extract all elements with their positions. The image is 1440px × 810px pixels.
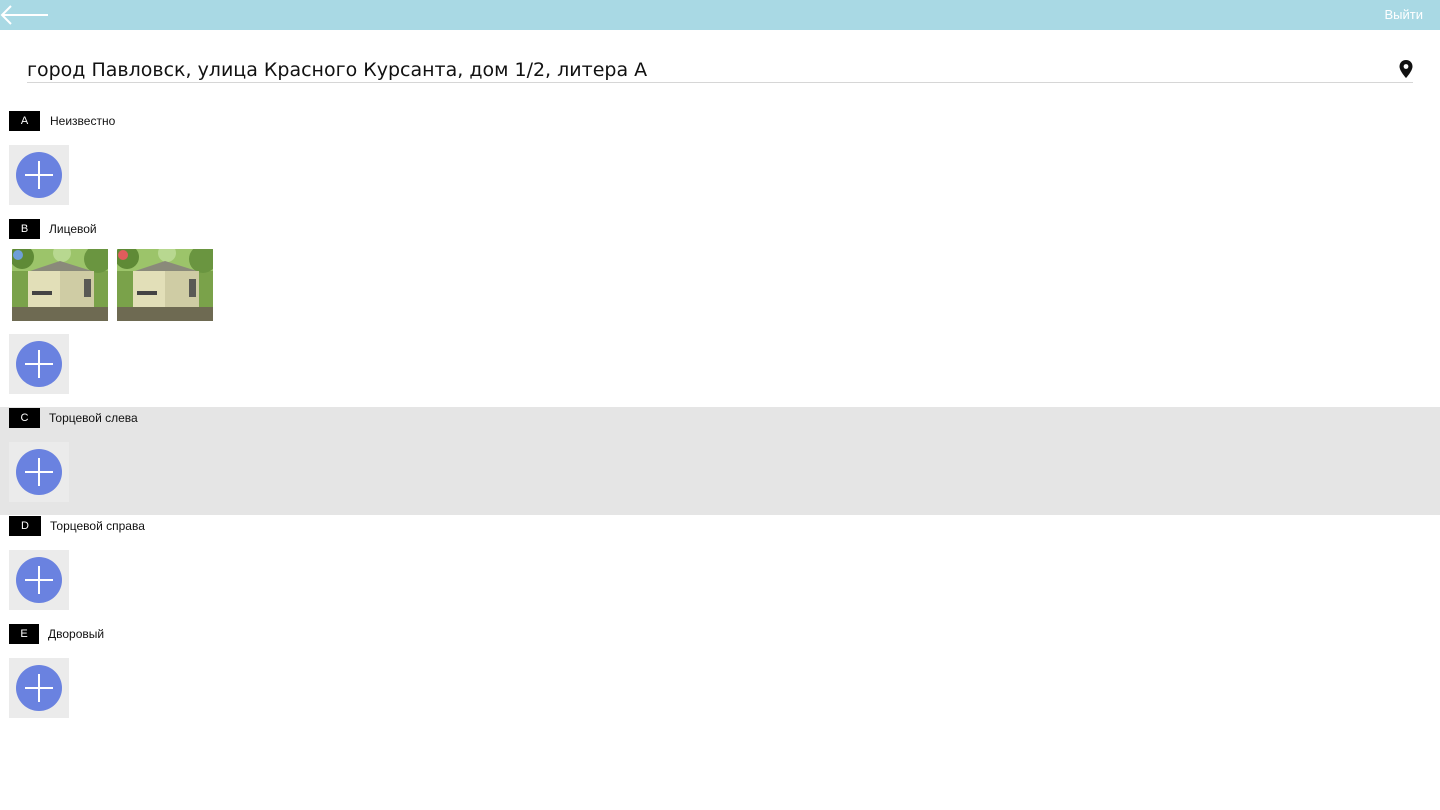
section-letter-badge: A: [9, 111, 40, 131]
map-pin-icon[interactable]: [1399, 60, 1413, 78]
plus-icon: [16, 152, 62, 198]
building-photo: [12, 249, 108, 321]
add-photo-button[interactable]: [9, 145, 69, 205]
building-photo: [117, 249, 213, 321]
photo-thumbnail[interactable]: [117, 249, 213, 321]
add-photo-button[interactable]: [9, 442, 69, 502]
logout-button[interactable]: Выйти: [1385, 7, 1424, 22]
arrow-left-icon: [0, 5, 48, 25]
status-dot: [13, 250, 23, 260]
section-e: E Дворовый: [0, 624, 1440, 732]
section-label: Лицевой: [49, 222, 97, 236]
address-field[interactable]: город Павловск, улица Красного Курсанта,…: [27, 56, 1413, 83]
address-text: город Павловск, улица Красного Курсанта,…: [27, 59, 648, 81]
section-letter-badge: B: [9, 219, 40, 239]
plus-icon: [16, 449, 62, 495]
section-d: D Торцевой справа: [0, 516, 1440, 624]
section-label: Торцевой справа: [50, 519, 145, 533]
top-bar: Выйти: [0, 0, 1440, 30]
section-a: A Неизвестно: [0, 111, 1440, 219]
section-letter-badge: C: [9, 408, 40, 428]
section-label: Дворовый: [48, 627, 105, 641]
section-b: B Лицевой: [0, 219, 1440, 408]
add-photo-button[interactable]: [9, 658, 69, 718]
section-label: Неизвестно: [50, 114, 116, 128]
plus-icon: [16, 341, 62, 387]
section-letter-badge: D: [9, 516, 41, 536]
plus-icon: [16, 665, 62, 711]
section-letter-badge: E: [9, 624, 39, 644]
section-label: Торцевой слева: [49, 411, 138, 425]
back-button[interactable]: [0, 0, 52, 30]
status-dot: [118, 250, 128, 260]
add-photo-button[interactable]: [9, 550, 69, 610]
photo-thumbnail[interactable]: [12, 249, 108, 321]
add-photo-button[interactable]: [9, 334, 69, 394]
section-c: C Торцевой слева: [0, 407, 1440, 515]
plus-icon: [16, 557, 62, 603]
